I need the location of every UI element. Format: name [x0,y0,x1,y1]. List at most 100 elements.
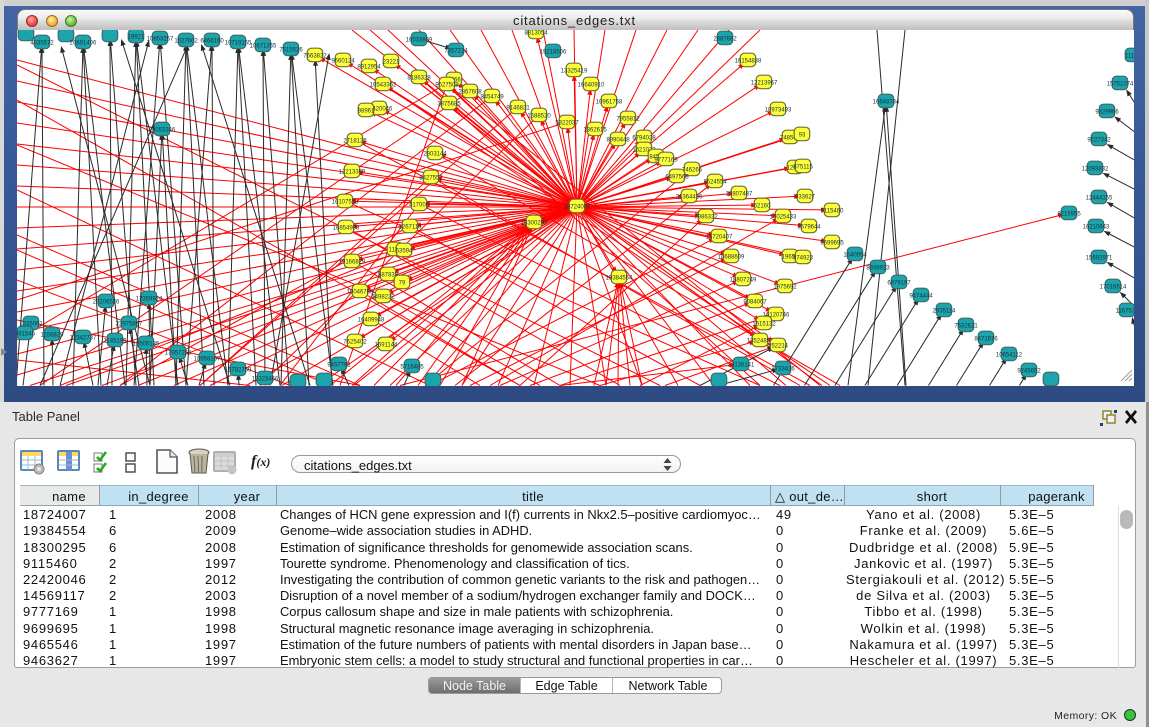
svg-text:8186328: 8186328 [407,75,431,81]
svg-text:15692971: 15692971 [1086,255,1113,261]
svg-text:252214: 252214 [768,343,789,349]
svg-text:6497568: 6497568 [665,174,689,180]
svg-text:7515526: 7515526 [279,47,303,53]
svg-text:10046788: 10046788 [347,289,374,295]
svg-text:16154838: 16154838 [735,58,762,64]
svg-text:1733426: 1733426 [771,366,795,372]
svg-text:12505135: 12505135 [133,341,160,347]
svg-text:10973493: 10973493 [765,107,792,113]
svg-text:391546: 391546 [17,331,36,337]
svg-text:7955812: 7955812 [616,116,640,122]
svg-text:10654112: 10654112 [996,352,1023,358]
svg-text:10958107: 10958107 [194,356,221,362]
svg-text:7632621: 7632621 [954,323,978,329]
svg-text:16854908: 16854908 [333,225,360,231]
svg-text:19166829: 19166829 [339,259,366,265]
svg-text:9699695: 9699695 [820,240,844,246]
svg-text:1145195: 1145195 [104,338,128,344]
svg-text:5498222: 5498222 [371,294,395,300]
svg-text:17957255: 17957255 [165,350,192,356]
svg-text:2935114: 2935114 [933,308,957,314]
svg-text:14136141: 14136141 [728,362,755,368]
svg-text:6794028: 6794028 [632,135,656,141]
svg-text:1588520: 1588520 [527,113,551,119]
svg-text:1362615: 1362615 [583,127,607,133]
svg-text:16210643: 16210643 [1083,224,1110,230]
svg-text:9660124: 9660124 [331,58,355,64]
svg-text:10807487: 10807487 [726,191,753,197]
svg-text:875115: 875115 [793,164,813,170]
svg-text:20691406: 20691406 [70,40,97,46]
svg-text:2803144: 2803144 [423,151,447,157]
svg-text:8938923: 8938923 [866,265,890,271]
svg-text:9115460: 9115460 [821,208,845,214]
svg-text:10543362: 10543362 [370,82,397,88]
svg-text:25300293: 25300293 [521,220,548,226]
svg-text:10853257: 10853257 [147,36,174,42]
svg-text:16782759: 16782759 [225,367,252,373]
svg-text:23975867: 23975867 [116,321,143,327]
svg-text:12213369: 12213369 [339,169,366,175]
svg-text:9329966: 9329966 [1095,109,1119,115]
svg-text:8454749: 8454749 [480,94,504,100]
svg-text:18724007: 18724007 [564,204,591,210]
svg-text:62160: 62160 [754,203,771,209]
svg-text:9474444: 9474444 [909,293,933,299]
svg-text:5322037: 5322037 [555,120,579,126]
svg-text:17016514: 17016514 [1100,284,1127,290]
svg-text:7663822: 7663822 [303,53,327,59]
svg-text:4035572: 4035572 [30,40,54,46]
svg-text:79: 79 [399,280,406,286]
svg-text:16409948: 16409948 [358,317,385,323]
svg-text:1156829: 1156829 [41,332,65,338]
svg-text:15720407: 15720407 [706,234,733,240]
svg-text:93: 93 [799,132,806,138]
svg-text:19384554: 19384554 [606,275,633,281]
svg-text:1167533: 1167533 [1116,308,1134,314]
svg-text:23221: 23221 [383,59,400,65]
svg-text:10688609: 10688609 [718,254,745,260]
svg-text:3267110: 3267110 [399,224,423,230]
svg-text:10961758: 10961758 [596,99,623,105]
svg-text:21364436: 21364436 [676,194,703,200]
svg-text:12444155: 12444155 [1086,195,1113,201]
svg-text:16640910: 16640910 [578,82,605,88]
svg-text:3624554: 3624554 [703,179,727,185]
svg-text:53594: 53594 [396,248,413,254]
svg-text:16033809: 16033809 [406,37,433,43]
svg-text:2718126: 2718126 [343,138,367,144]
svg-text:8912954: 8912954 [357,64,381,70]
svg-text:12323466: 12323466 [252,376,279,382]
svg-text:8813054: 8813054 [524,30,548,36]
svg-text:8990448: 8990448 [606,137,630,143]
svg-text:5716485: 5716485 [400,364,424,370]
svg-text:19921: 19921 [128,34,145,40]
svg-text:9084067: 9084067 [743,299,767,305]
svg-text:7357224: 7357224 [444,48,468,54]
svg-text:8427552: 8427552 [419,175,443,181]
svg-text:7986322: 7986322 [694,214,718,220]
svg-text:98961: 98961 [358,108,375,114]
svg-text:3875685: 3875685 [437,101,461,107]
svg-text:417006: 417006 [409,202,430,208]
svg-text:1691144: 1691144 [375,342,399,348]
svg-text:12213967: 12213967 [751,80,778,86]
svg-text:6879197: 6879197 [887,280,911,286]
svg-text:10671355: 10671355 [250,43,277,49]
svg-text:15751074: 15751074 [1107,81,1134,87]
svg-text:1975692: 1975692 [773,284,797,290]
svg-text:9527508: 9527508 [435,82,459,88]
svg-text:9457791: 9457791 [327,362,351,368]
svg-text:16648784: 16648784 [873,99,900,105]
svg-text:1615132: 1615132 [752,321,776,327]
svg-text:6466160: 6466160 [200,38,224,44]
svg-text:1640954: 1640954 [843,252,867,258]
svg-text:10025433: 10025433 [770,214,797,220]
svg-text:933627: 933627 [795,194,816,200]
svg-text:10107553: 10107553 [332,199,359,205]
svg-text:2867608: 2867608 [458,89,482,95]
svg-text:2887682: 2887682 [713,36,737,42]
svg-text:29053346: 29053346 [149,127,176,133]
svg-text:974923: 974923 [793,255,814,261]
svg-text:11121: 11121 [1125,53,1134,59]
